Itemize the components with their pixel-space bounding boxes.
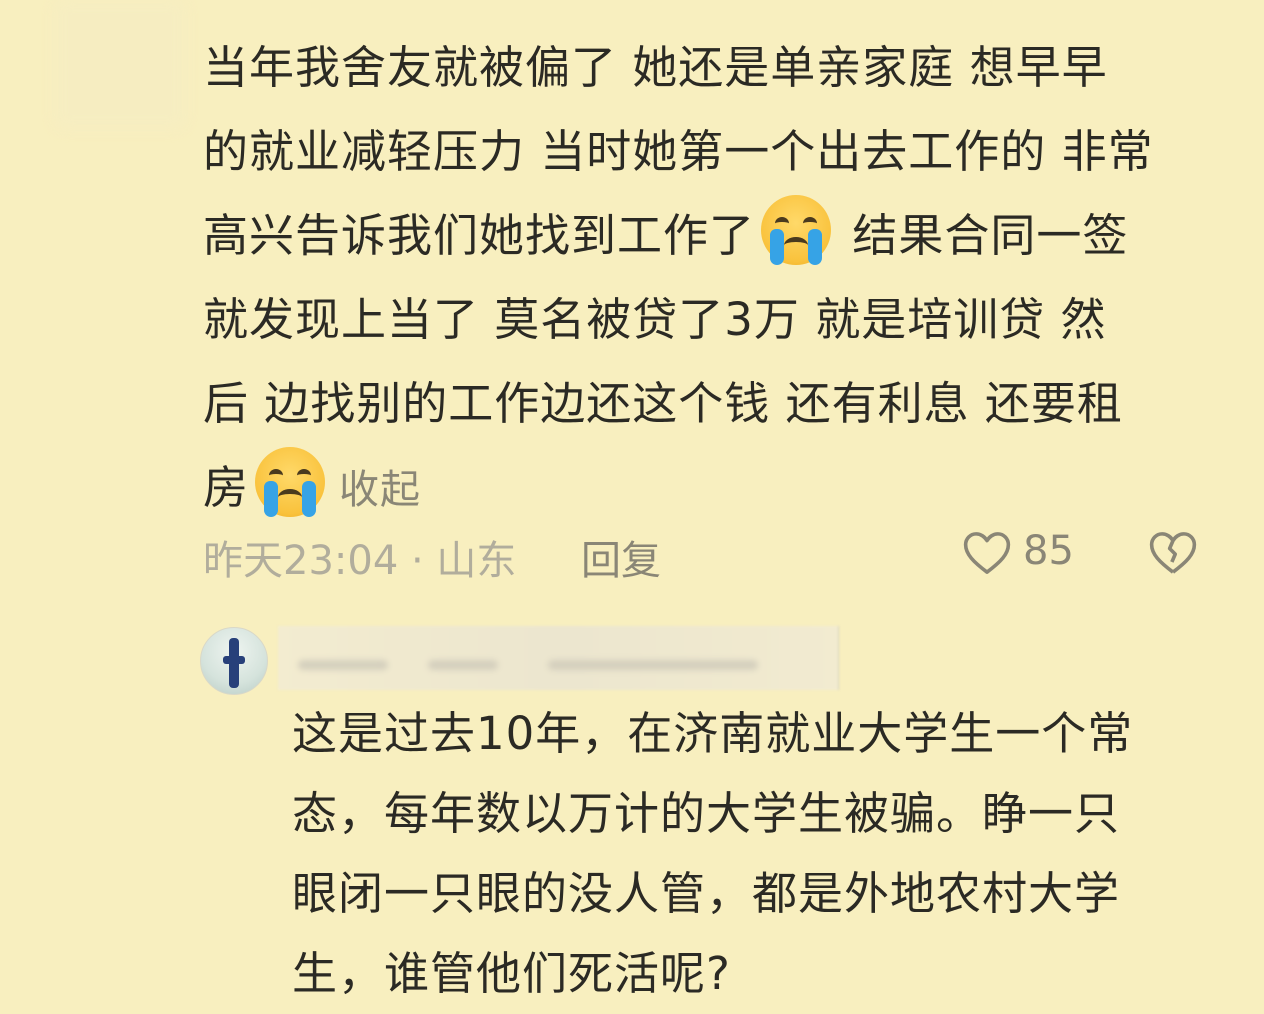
heart-icon [963, 532, 1011, 574]
comment-line: 高兴告诉我们她找到工作了 结果合同一签 [203, 194, 1223, 278]
comment-line: 就发现上当了 莫名被贷了3万 就是培训贷 然 [203, 293, 1107, 346]
crying-face-icon [255, 447, 326, 517]
crying-face-icon [761, 195, 832, 265]
like-count: 85 [1023, 528, 1074, 574]
collapse-button[interactable]: 收起 [339, 467, 421, 513]
reply-text: 这是过去10年，在济南就业大学生一个常 态，每年数以万计的大学生被骗。睁一只 眼… [292, 694, 1222, 1014]
username-blurred [278, 626, 839, 690]
reply-button[interactable]: 回复 [581, 528, 661, 586]
comment-line: 当年我舍友就被偏了 她还是单亲家庭 想早早 [203, 41, 1108, 94]
like-button[interactable] [960, 526, 1014, 590]
comment-meta: 昨天23:04 · 山东 回复 85 [203, 528, 1243, 584]
comment-line: 房收起 [203, 446, 1223, 532]
reply-line: 眼闭一只眼的没人管，都是外地农村大学 [292, 867, 1121, 920]
dislike-button[interactable] [1146, 526, 1200, 590]
avatar[interactable] [200, 627, 268, 695]
comment-text: 当年我舍友就被偏了 她还是单亲家庭 想早早 的就业减轻压力 当时她第一个出去工作… [203, 26, 1223, 532]
reply-line: 这是过去10年，在济南就业大学生一个常 [292, 707, 1134, 760]
reply-line: 生，谁管他们死活呢? [292, 947, 731, 1000]
comment-line: 的就业减轻压力 当时她第一个出去工作的 非常 [203, 125, 1154, 178]
commenter-avatar-blurred [55, 0, 185, 128]
timestamp-location: 昨天23:04 · 山东 [203, 538, 517, 584]
broken-heart-icon [1149, 532, 1197, 574]
comment-line: 后 边找别的工作边还这个钱 还有利息 还要租 [203, 377, 1123, 430]
reply-line: 态，每年数以万计的大学生被骗。睁一只 [292, 787, 1121, 840]
